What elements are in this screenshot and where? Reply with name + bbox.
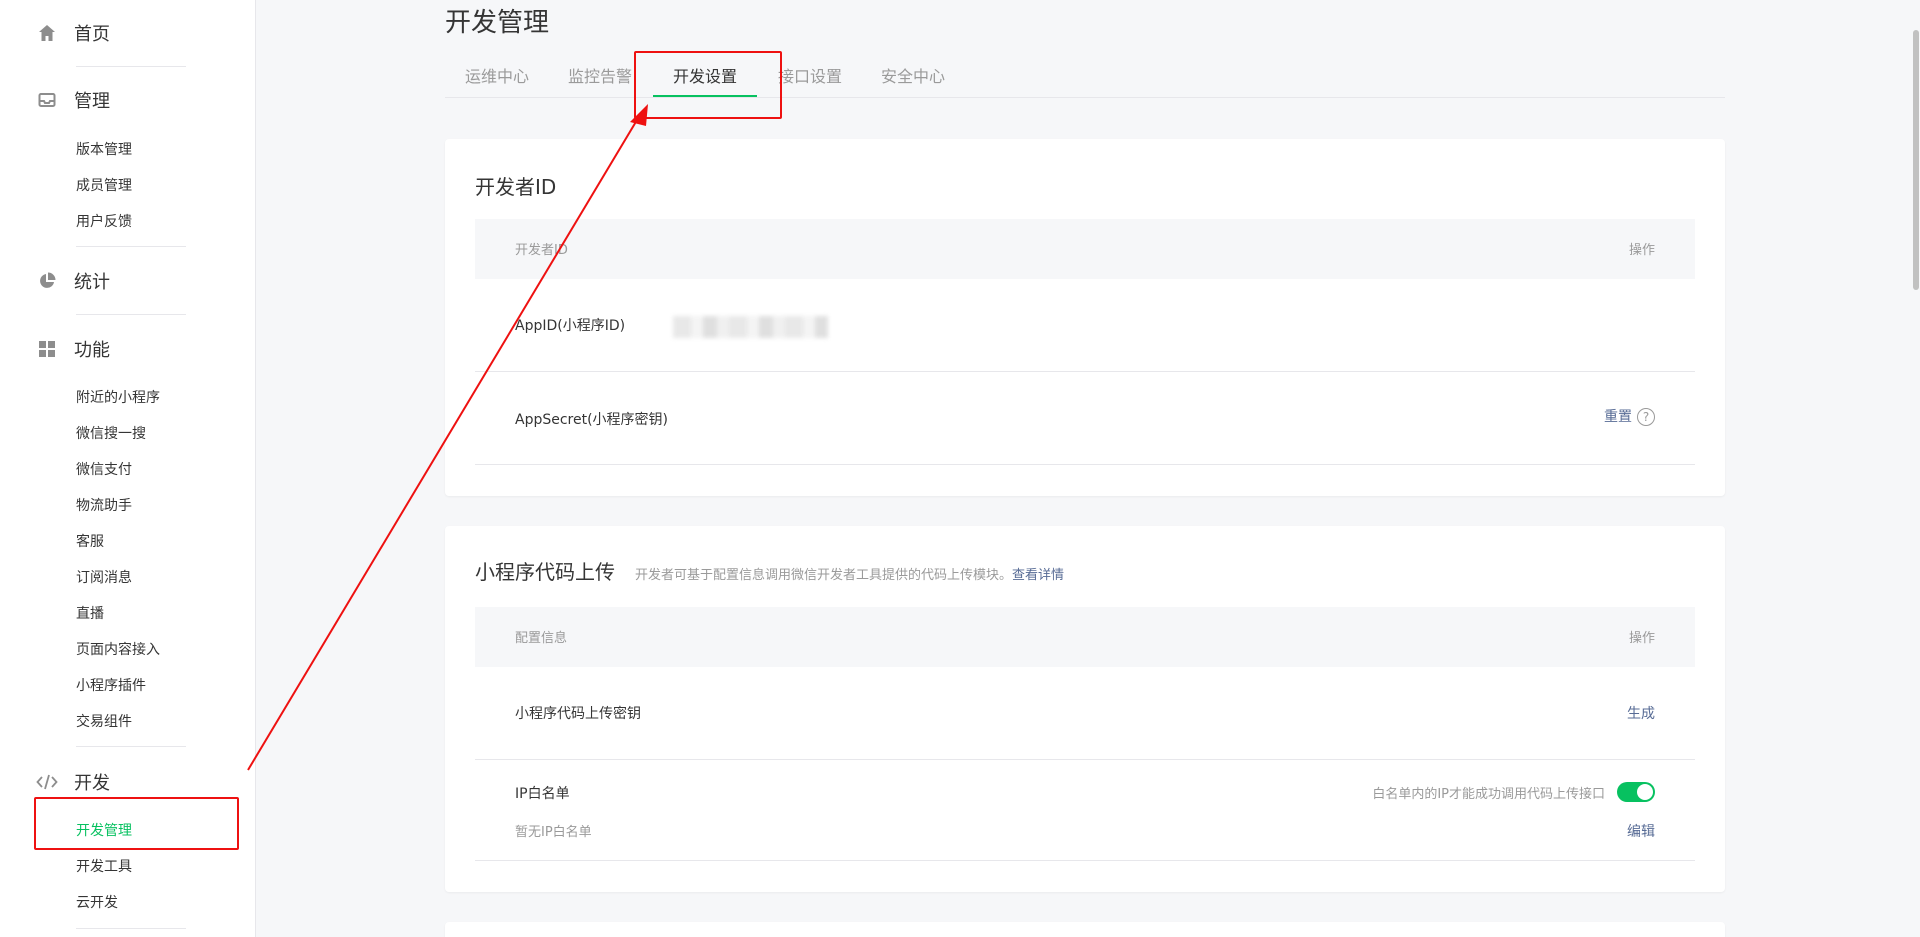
annotation-arrow	[247, 104, 648, 771]
